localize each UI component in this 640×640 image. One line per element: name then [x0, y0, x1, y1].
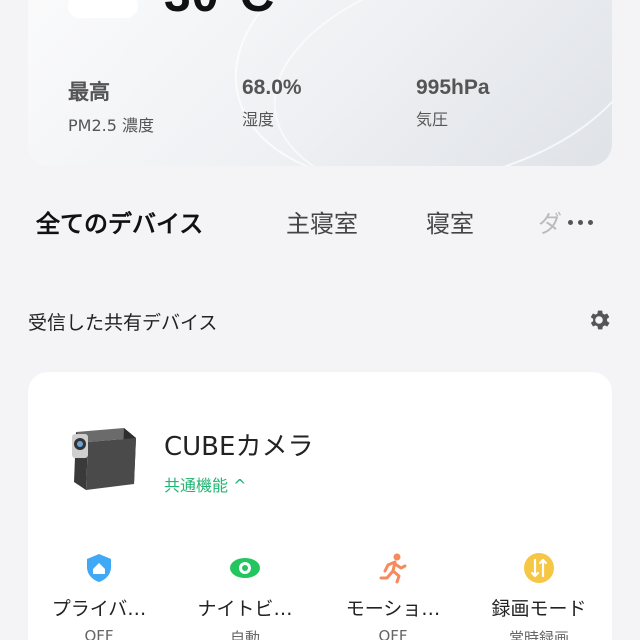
motion-running-icon	[379, 553, 407, 584]
stat-value: 995hPa	[416, 76, 490, 99]
function-label: 録画モード	[491, 598, 587, 620]
stat-value: 最高	[68, 81, 110, 104]
cloud-icon	[68, 0, 140, 20]
device-card[interactable]: CUBEカメラ 共通機能 ^ プライバ… OFF ナイトビ… 自動 モーショ… …	[28, 372, 612, 640]
tab-bedroom[interactable]: 寝室	[426, 204, 474, 239]
function-label: モーショ…	[345, 598, 441, 620]
function-privacy[interactable]: プライバ… OFF	[34, 552, 164, 640]
temperature: 30°C	[164, 0, 275, 23]
function-record-mode[interactable]: 録画モード 常時録画	[474, 552, 604, 640]
stat-label: PM2.5 濃度	[68, 116, 154, 135]
stat-pm25: 最高 PM2.5 濃度	[68, 76, 154, 136]
stat-label: 気圧	[416, 110, 449, 129]
section-title: 受信した共有デバイス	[28, 312, 218, 334]
common-functions-toggle[interactable]: 共通機能 ^	[164, 472, 247, 496]
night-vision-eye-icon	[230, 558, 260, 578]
cube-camera-icon	[72, 428, 136, 490]
privacy-shield-icon	[87, 554, 111, 582]
stat-label: 湿度	[242, 110, 275, 129]
more-icon[interactable]	[568, 220, 593, 225]
function-motion[interactable]: モーショ… OFF	[328, 552, 458, 640]
room-tabs: 全てのデバイス 主寝室 寝室 ダ	[36, 204, 616, 244]
stat-value: 68.0%	[242, 76, 302, 99]
function-label: プライバ…	[51, 598, 147, 620]
weather-card[interactable]: 30°C 最高 PM2.5 濃度 68.0% 湿度 995hPa 気圧	[28, 0, 612, 166]
function-status: OFF	[84, 627, 114, 640]
stat-pressure: 995hPa 気圧	[416, 76, 490, 130]
tab-all-devices[interactable]: 全てのデバイス	[36, 204, 203, 239]
function-night-vision[interactable]: ナイトビ… 自動	[180, 552, 310, 640]
record-mode-icon	[524, 553, 554, 583]
function-label: ナイトビ…	[197, 598, 293, 620]
stat-humidity: 68.0% 湿度	[242, 76, 302, 130]
device-name: CUBEカメラ	[164, 432, 314, 462]
tab-truncated[interactable]: ダ	[538, 204, 564, 239]
function-status: 自動	[229, 629, 260, 640]
tab-master-bedroom[interactable]: 主寝室	[286, 204, 358, 239]
function-status: 常時録画	[508, 629, 569, 640]
gear-icon[interactable]	[586, 307, 612, 333]
function-status: OFF	[378, 627, 408, 640]
